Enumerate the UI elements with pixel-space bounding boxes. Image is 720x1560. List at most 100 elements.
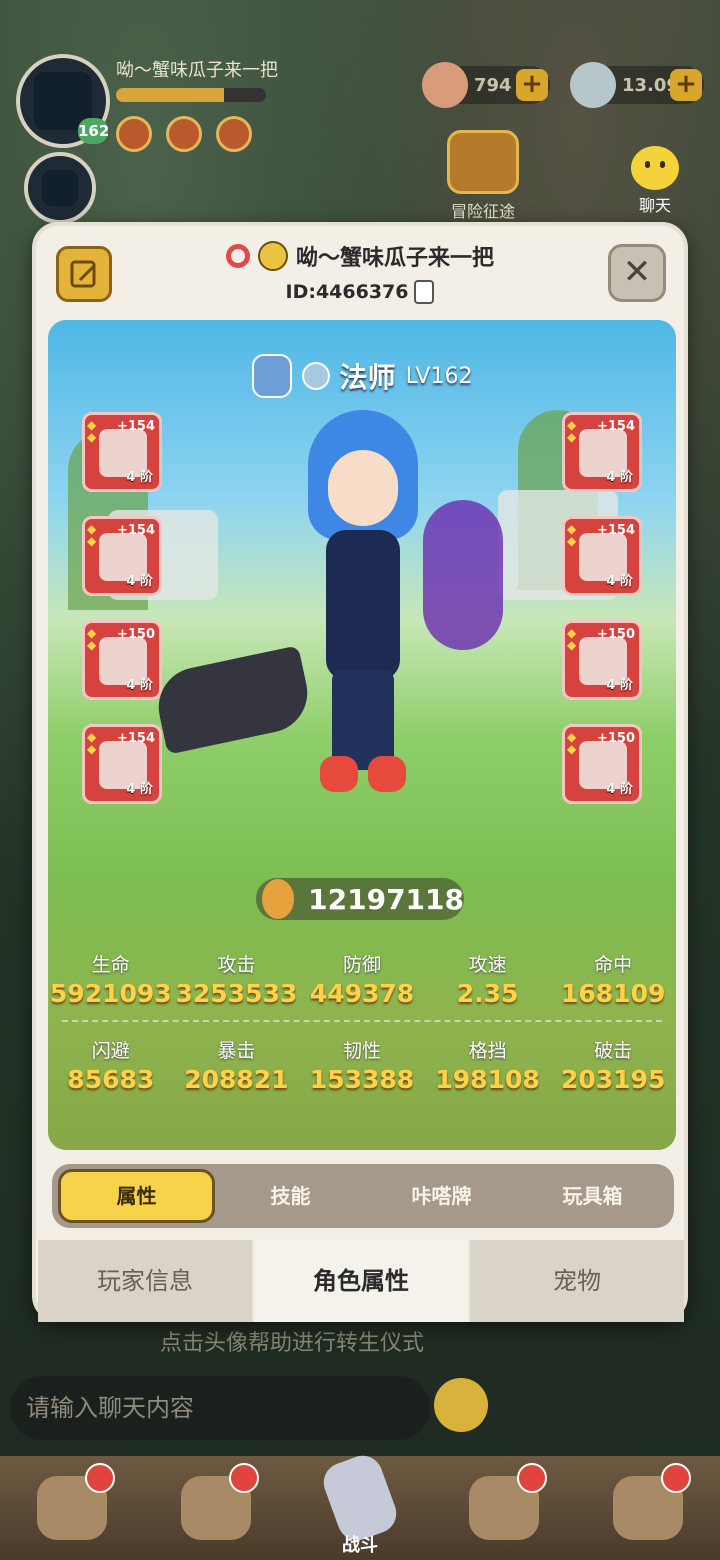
player-name: 呦～蟹味瓜子来一把 — [295, 246, 494, 271]
equip-stage: 4 阶 — [126, 678, 153, 693]
close-button[interactable]: ✕ — [608, 244, 666, 302]
stat-item: 命中 168109 — [560, 954, 666, 1008]
currency-gem: 13.09M + — [570, 62, 704, 108]
equip-stage: 4 阶 — [606, 678, 633, 693]
stat-item: 生命 5921093 — [49, 954, 172, 1008]
chat-input[interactable]: 请输入聊天内容 — [10, 1376, 430, 1440]
equip-plus: +154 — [596, 419, 635, 434]
stats-panel: 生命 5921093 攻击 3253533 防御 449378 攻速 2.35 命中 16… — [48, 950, 676, 1094]
combat-power-value: 12197118 — [308, 882, 464, 916]
tab-character-attributes[interactable]: 角色属性 — [252, 1240, 468, 1322]
nav-item[interactable] — [161, 1463, 271, 1553]
player-info-dialog: 呦～蟹味瓜子来一把 ID:4466376 ✕ 法师 LV162 ◆ ◆ +154 … — [32, 222, 688, 1322]
equip-stage: 4 阶 — [126, 574, 153, 589]
stat-item: 攻击 3253533 — [175, 954, 298, 1008]
adventure-label: 冒险征途 — [450, 202, 515, 221]
class-level: LV162 — [405, 363, 473, 389]
tab-toybox[interactable]: 玩具箱 — [517, 1169, 668, 1223]
equip-plus: +150 — [596, 731, 635, 746]
equip-slot[interactable]: ◆ ◆ +150 4 阶 — [82, 620, 162, 700]
gem-icon — [570, 62, 616, 108]
rank-badge-icon — [251, 354, 292, 398]
medal-icon[interactable] — [216, 116, 252, 152]
nav-item-battle[interactable]: 战斗 — [305, 1450, 415, 1556]
emoji-icon[interactable] — [434, 1378, 488, 1432]
medal-icon[interactable] — [116, 116, 152, 152]
nav-item[interactable] — [17, 1463, 127, 1553]
dialog-bottom-tabs: 玩家信息 角色属性 宠物 — [38, 1240, 684, 1322]
combat-power: 12197118 — [256, 878, 464, 920]
battle-label: 战斗 — [342, 1535, 378, 1556]
player-id: ID:4466376 — [285, 281, 409, 303]
add-shell-button[interactable]: + — [516, 69, 548, 101]
tab-pets[interactable]: 宠物 — [468, 1240, 684, 1322]
equip-plus: +150 — [596, 627, 635, 642]
copy-icon[interactable] — [414, 280, 435, 304]
player-face-icon — [257, 241, 288, 271]
player-level-badge: 162 — [78, 118, 109, 144]
stat-item: 攻速 2.35 — [456, 954, 519, 1008]
trophy-icon — [447, 130, 519, 194]
nav-item[interactable] — [593, 1463, 703, 1553]
equip-stage: 4 阶 — [606, 574, 633, 589]
equip-stage: 4 阶 — [126, 782, 153, 797]
secondary-avatar[interactable] — [24, 152, 96, 224]
hammer-weapon — [151, 645, 315, 755]
equip-slot[interactable]: ◆ ◆ +154 4 阶 — [82, 516, 162, 596]
stats-divider — [62, 1020, 662, 1022]
equip-slot[interactable]: ◆ ◆ +154 4 阶 — [82, 724, 162, 804]
purple-aura — [423, 500, 503, 650]
equip-slot[interactable]: ◆ ◆ +154 4 阶 — [562, 412, 642, 492]
equip-plus: +154 — [116, 523, 155, 538]
chat-face-icon — [631, 146, 679, 190]
character-scene: 法师 LV162 ◆ ◆ +154 4 阶 ◆ ◆ +154 4 阶 ◆ ◆ +150… — [48, 320, 676, 1150]
player-header: 呦～蟹味瓜子来一把 ID:4466376 — [36, 240, 684, 304]
tab-cards[interactable]: 咔嗒牌 — [366, 1169, 517, 1223]
adventure-button[interactable]: 冒险征途 — [436, 130, 530, 222]
equip-plus: +154 — [116, 419, 155, 434]
bell-icon — [85, 1463, 115, 1493]
shell-icon — [422, 62, 468, 108]
currency-shell-value: 794 — [474, 74, 512, 96]
key-icon — [225, 244, 250, 268]
stat-item: 防御 449378 — [309, 954, 415, 1008]
stat-item: 闪避 85683 — [67, 1040, 155, 1094]
equip-plus: +150 — [116, 627, 155, 642]
currency-shell: 794 + — [422, 62, 550, 108]
attribute-tab-bar: 属性 技能 咔嗒牌 玩具箱 — [52, 1164, 674, 1228]
equip-slot[interactable]: ◆ ◆ +150 4 阶 — [562, 620, 642, 700]
equip-stage: 4 阶 — [606, 782, 633, 797]
bell-icon — [661, 1463, 691, 1493]
equip-slot[interactable]: ◆ ◆ +150 4 阶 — [562, 724, 642, 804]
class-row: 法师 LV162 — [48, 354, 676, 398]
tab-player-info[interactable]: 玩家信息 — [38, 1240, 252, 1322]
top-hud: 162 呦～蟹味瓜子来一把 794 + 13.09M + 冒险征途 聊天 — [0, 0, 720, 230]
chat-button[interactable]: 聊天 — [620, 146, 690, 216]
muscle-icon — [262, 879, 295, 919]
add-gem-button[interactable]: + — [670, 69, 702, 101]
mage-icon — [301, 362, 330, 390]
equip-plus: +154 — [116, 731, 155, 746]
nav-item[interactable] — [449, 1463, 559, 1553]
stat-item: 暴击 208821 — [184, 1040, 289, 1094]
medal-row — [116, 116, 252, 152]
chat-label: 聊天 — [638, 196, 671, 215]
class-name: 法师 — [339, 361, 396, 394]
bottom-nav: 战斗 — [0, 1450, 720, 1560]
equip-plus: +154 — [596, 523, 635, 538]
bell-icon — [517, 1463, 547, 1493]
hud-player-name: 呦～蟹味瓜子来一把 — [116, 60, 278, 81]
equip-slot[interactable]: ◆ ◆ +154 4 阶 — [82, 412, 162, 492]
medal-icon[interactable] — [166, 116, 202, 152]
character-model[interactable] — [298, 410, 428, 792]
tab-attributes[interactable]: 属性 — [58, 1169, 215, 1223]
equip-slot[interactable]: ◆ ◆ +154 4 阶 — [562, 516, 642, 596]
stat-item: 格挡 198108 — [435, 1040, 540, 1094]
stat-item: 韧性 153388 — [309, 1040, 415, 1094]
hint-text: 点击头像帮助进行转生仪式 — [160, 1331, 425, 1356]
bell-icon — [229, 1463, 259, 1493]
exp-bar — [116, 88, 266, 102]
stat-item: 破击 203195 — [560, 1040, 666, 1094]
equip-stage: 4 阶 — [126, 470, 153, 485]
tab-skills[interactable]: 技能 — [215, 1169, 366, 1223]
